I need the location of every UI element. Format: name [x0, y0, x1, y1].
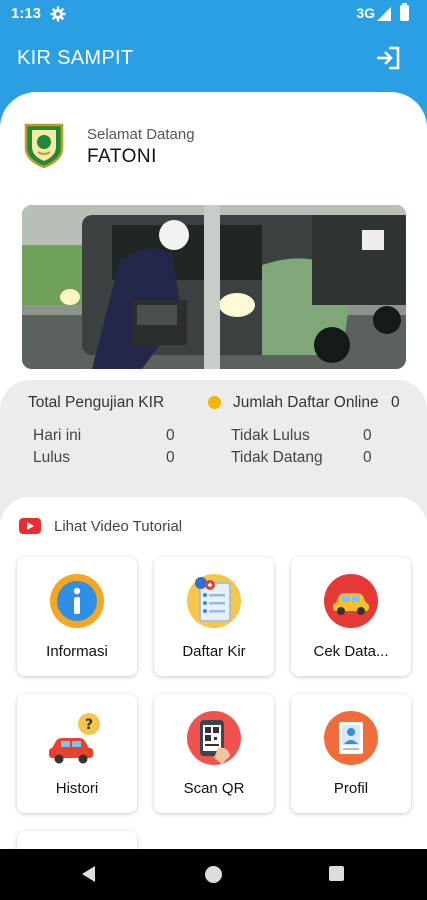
network-type: 3G — [356, 5, 375, 21]
welcome-greeting: Selamat Datang — [87, 126, 195, 143]
menu-card-scan-qr[interactable]: Scan QR — [154, 694, 274, 813]
status-time: 1:13 — [11, 5, 42, 22]
menu-label-cek-data: Cek Data... — [313, 643, 389, 660]
system-nav-bar — [0, 849, 427, 900]
svg-text:?: ? — [85, 717, 93, 733]
online-registration-value: 0 — [391, 394, 400, 411]
status-bar: 1:13 3G — [0, 0, 427, 28]
stat-label-absent: Tidak Datang — [231, 449, 323, 466]
menu-label-histori: Histori — [55, 780, 99, 797]
register-list-icon — [187, 574, 241, 628]
menu-card-cek-data[interactable]: Cek Data... — [291, 557, 411, 676]
menu-label-informasi: Informasi — [46, 643, 108, 660]
app-bar: KIR SAMPIT — [0, 28, 427, 88]
settings-gear-icon — [50, 6, 66, 22]
stat-label-today: Hari ini — [33, 427, 82, 444]
menu-card-daftar-kir[interactable]: Daftar Kir — [154, 557, 274, 676]
menu-label-profil: Profil — [333, 780, 369, 797]
menu-label-daftar-kir: Daftar Kir — [182, 643, 246, 660]
video-tutorial-label: Lihat Video Tutorial — [54, 518, 183, 535]
logout-icon[interactable] — [374, 44, 402, 72]
car-history-icon: ? — [49, 713, 100, 764]
stat-label-failed: Tidak Lulus — [231, 427, 310, 444]
profile-icon — [324, 711, 378, 765]
signal-icon — [377, 7, 391, 21]
regency-emblem-logo — [24, 123, 64, 168]
main-content: Selamat Datang FATONI Total Pengujian KI… — [0, 92, 427, 849]
online-status-dot — [208, 396, 221, 409]
stat-value-today: 0 — [166, 427, 175, 444]
banner-photo — [22, 205, 406, 369]
stat-label-passed: Lulus — [33, 449, 71, 466]
menu-card-informasi[interactable]: Informasi — [17, 557, 137, 676]
welcome-header: Selamat Datang FATONI — [24, 122, 404, 172]
online-registration-label: Jumlah Daftar Online — [233, 394, 379, 411]
total-kir-label: Total Pengujian KIR — [28, 394, 165, 411]
car-check-icon — [324, 574, 378, 628]
qr-scan-icon — [187, 711, 241, 765]
app-title: KIR SAMPIT — [17, 47, 134, 69]
battery-icon — [400, 3, 409, 21]
stat-value-passed: 0 — [166, 449, 175, 466]
nav-back-icon[interactable] — [82, 866, 95, 882]
menu-panel: Lihat Video Tutorial Informasi Daftar Ki… — [0, 497, 427, 849]
nav-home-icon[interactable] — [205, 866, 222, 883]
nav-recents-icon[interactable] — [329, 866, 344, 881]
user-name: FATONI — [87, 146, 157, 167]
menu-card-partial[interactable] — [17, 831, 137, 849]
menu-card-histori[interactable]: ? Histori — [17, 694, 137, 813]
youtube-play-icon — [19, 518, 41, 534]
info-icon — [50, 574, 104, 628]
stat-value-failed: 0 — [363, 427, 372, 444]
menu-card-profil[interactable]: Profil — [291, 694, 411, 813]
menu-label-scan-qr: Scan QR — [183, 780, 245, 797]
stat-value-absent: 0 — [363, 449, 372, 466]
